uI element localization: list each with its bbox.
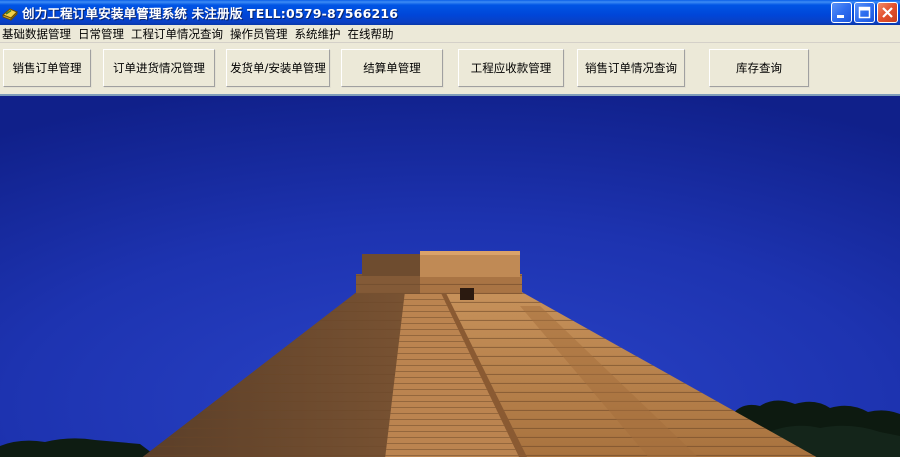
background-image bbox=[0, 94, 900, 457]
menu-system[interactable]: 系统维护 bbox=[293, 25, 346, 43]
settlement-button[interactable]: 结算单管理 bbox=[341, 49, 443, 87]
window-title: 创力工程订单安装单管理系统 未注册版 TELL:0579-87566216 bbox=[22, 6, 399, 21]
delivery-install-button[interactable]: 发货单/安装单管理 bbox=[226, 49, 330, 87]
maximize-icon[interactable] bbox=[854, 2, 875, 23]
pyramid-photo bbox=[0, 96, 900, 457]
menu-basic-data[interactable]: 基础数据管理 bbox=[0, 25, 76, 43]
inventory-query-button[interactable]: 库存查询 bbox=[709, 49, 809, 87]
menu-daily[interactable]: 日常管理 bbox=[76, 25, 129, 43]
sales-order-button[interactable]: 销售订单管理 bbox=[3, 49, 91, 87]
receivables-button[interactable]: 工程应收款管理 bbox=[458, 49, 564, 87]
menu-order-query[interactable]: 工程订单情况查询 bbox=[129, 25, 228, 43]
title-bar[interactable]: 创力工程订单安装单管理系统 未注册版 TELL:0579-87566216 bbox=[0, 0, 900, 25]
sales-order-query-button[interactable]: 销售订单情况查询 bbox=[577, 49, 685, 87]
order-stock-button[interactable]: 订单进货情况管理 bbox=[103, 49, 215, 87]
minimize-icon[interactable] bbox=[831, 2, 852, 23]
menu-help[interactable]: 在线帮助 bbox=[346, 25, 399, 43]
close-icon[interactable] bbox=[877, 2, 898, 23]
toolbar: 销售订单管理 订单进货情况管理 发货单/安装单管理 结算单管理 工程应收款管理 … bbox=[0, 43, 900, 93]
app-book-icon bbox=[2, 7, 18, 21]
menu-operator[interactable]: 操作员管理 bbox=[228, 25, 293, 43]
menu-bar: 基础数据管理 日常管理 工程订单情况查询 操作员管理 系统维护 在线帮助 bbox=[0, 25, 900, 43]
